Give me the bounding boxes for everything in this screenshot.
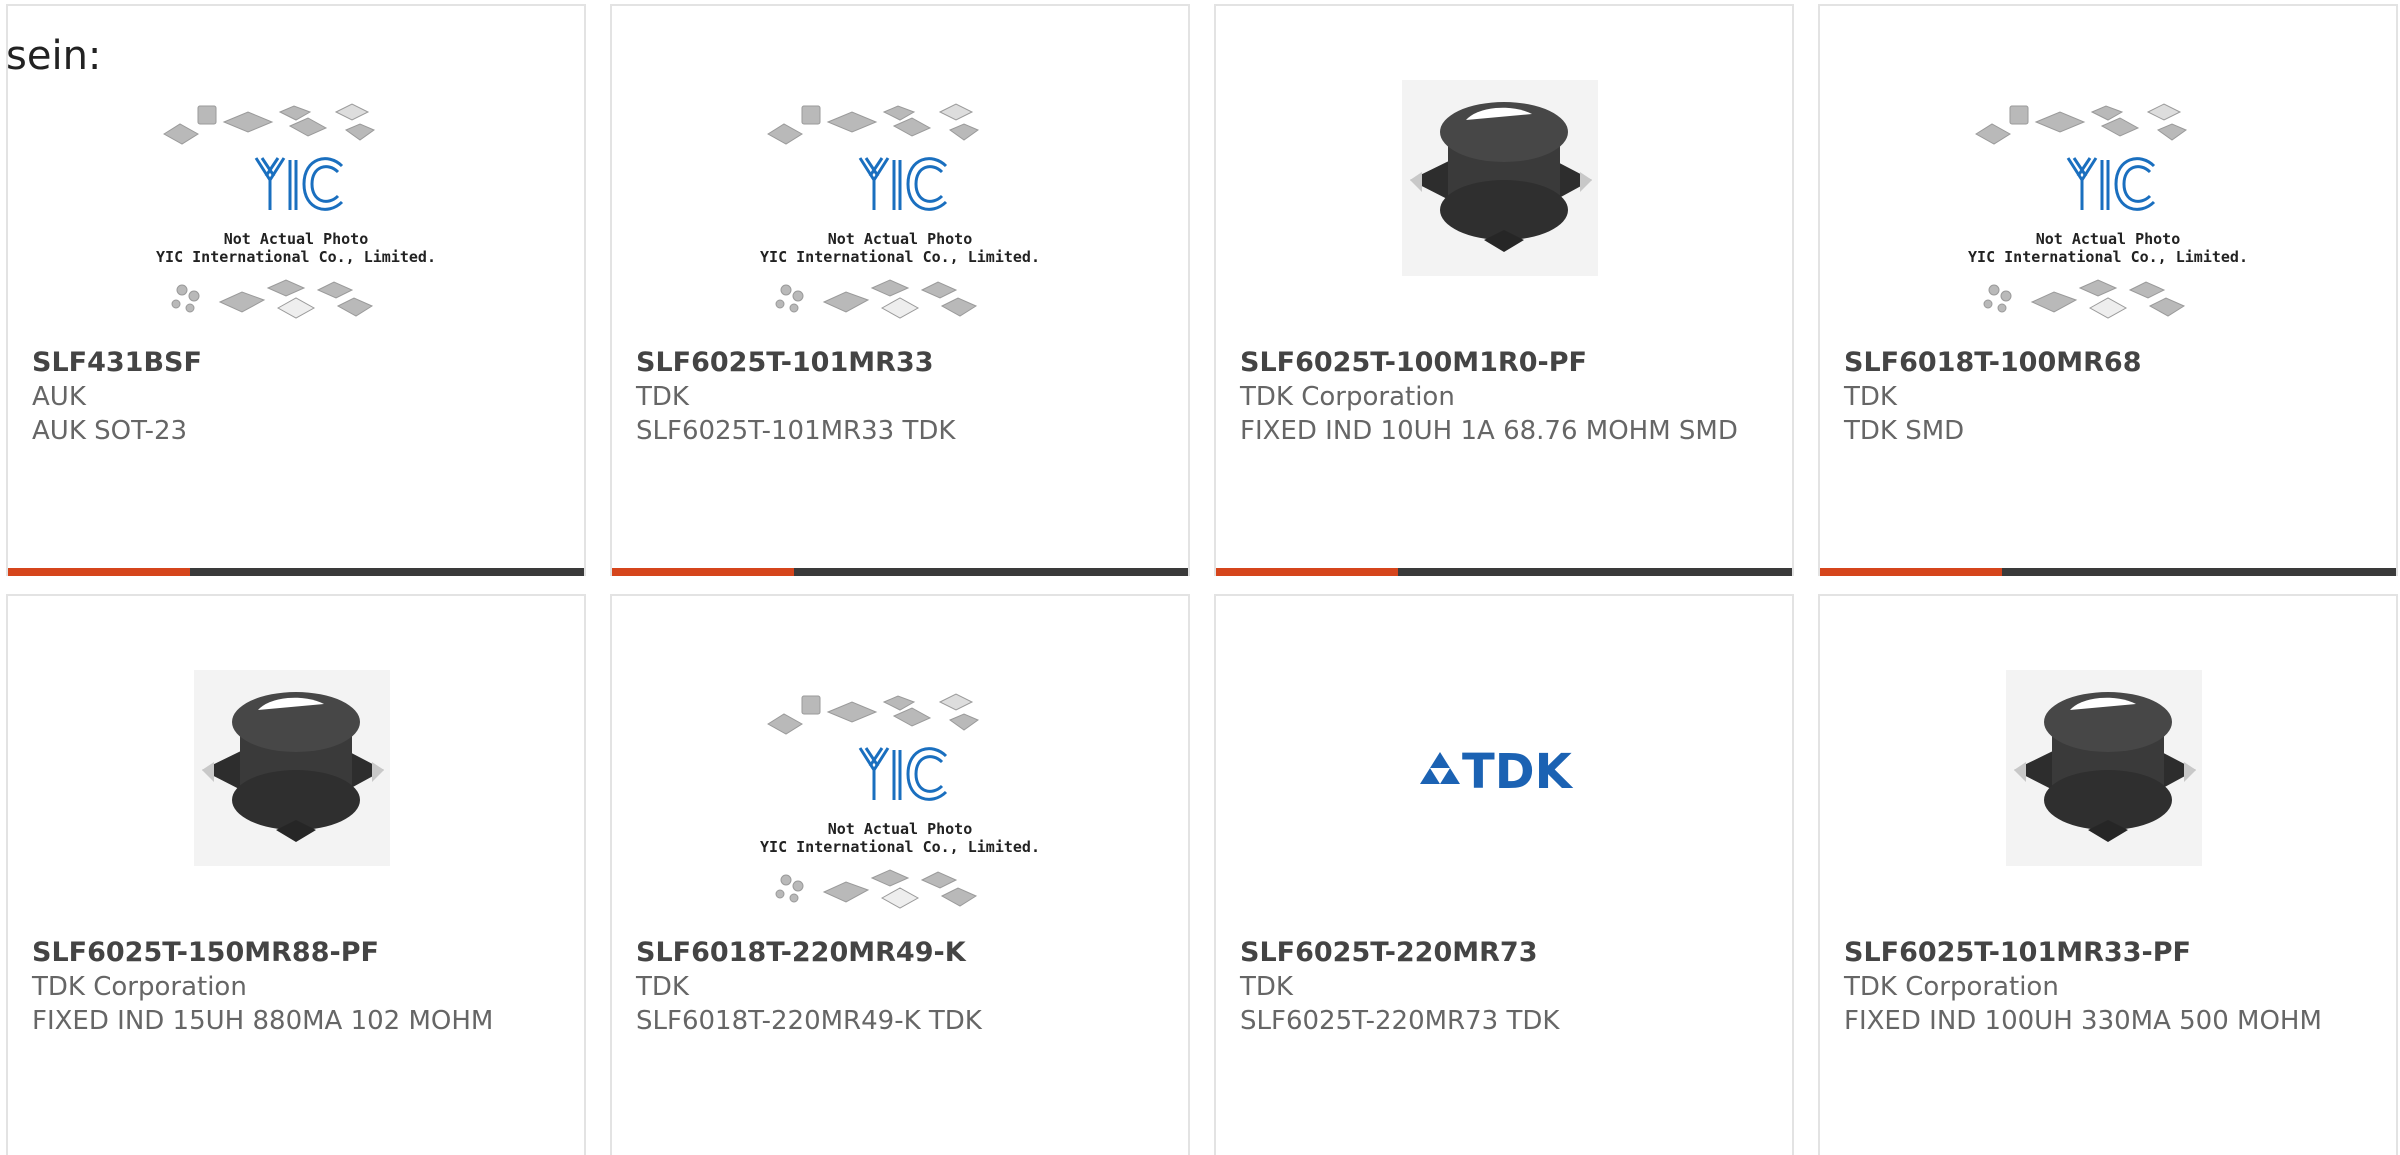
product-card[interactable]: TDK SLF6025T-220MR73 TDK SLF6025T-220MR73 …: [1214, 594, 1794, 1155]
part-number-link[interactable]: SLF6018T-220MR49-K: [636, 936, 1176, 970]
product-card[interactable]: Not Actual Photo YIC International Co., …: [1818, 4, 2398, 576]
product-thumbnail[interactable]: Not Actual Photo YIC International Co., …: [1820, 68, 2396, 338]
card-accent-bar: [8, 568, 190, 576]
intro-text: sein:: [6, 33, 102, 79]
inductor-image: [2006, 670, 2202, 866]
manufacturer-label: TDK: [1844, 382, 1897, 412]
card-bottom-bar: [1820, 568, 2396, 576]
manufacturer-label: TDK: [636, 972, 689, 1002]
product-card[interactable]: SLF6025T-100M1R0-PF TDK Corporation FIXED …: [1214, 4, 1794, 576]
product-info: SLF6025T-101MR33 TDK SLF6025T-101MR33 TDK: [636, 346, 1176, 448]
svg-text:Not Actual Photo: Not Actual Photo: [828, 230, 973, 248]
svg-text:YIC International Co., Limited: YIC International Co., Limited.: [760, 838, 1040, 856]
manufacturer-label: TDK: [1240, 972, 1293, 1002]
product-thumbnail[interactable]: [1820, 658, 2396, 928]
card-accent-bar: [612, 568, 794, 576]
part-number-link[interactable]: SLF6025T-220MR73: [1240, 936, 1780, 970]
product-info: SLF6025T-100M1R0-PF TDK Corporation FIXED …: [1240, 346, 1780, 448]
svg-text:Not Actual Photo: Not Actual Photo: [828, 820, 973, 838]
card-accent-bar: [1216, 568, 1398, 576]
product-info: SLF6025T-101MR33-PF TDK Corporation FIXED …: [1844, 936, 2384, 1038]
part-number-link[interactable]: SLF6025T-101MR33: [636, 346, 1176, 380]
product-grid: Not Actual Photo YIC International Co., …: [6, 4, 2400, 1155]
product-thumbnail[interactable]: Not Actual Photo YIC International Co., …: [8, 68, 584, 338]
description-text: SLF6018T-220MR49-K TDK: [636, 1006, 982, 1036]
placeholder-image: Not Actual Photo YIC International Co., …: [760, 693, 1040, 909]
product-thumbnail[interactable]: [1216, 68, 1792, 338]
svg-text:YIC International Co., Limited: YIC International Co., Limited.: [156, 248, 436, 266]
card-bottom-bar: [612, 568, 1188, 576]
placeholder-image: Not Actual Photo YIC International Co., …: [1968, 103, 2248, 319]
description-text: SLF6025T-101MR33 TDK: [636, 416, 956, 446]
part-number-link[interactable]: SLF6025T-101MR33-PF: [1844, 936, 2384, 970]
part-number-link[interactable]: SLF6025T-150MR88-PF: [32, 936, 572, 970]
manufacturer-label: TDK Corporation: [32, 972, 247, 1002]
description-text: FIXED IND 15UH 880MA 102 MOHM: [32, 1006, 494, 1036]
product-thumbnail[interactable]: Not Actual Photo YIC International Co., …: [612, 68, 1188, 338]
description-text: TDK SMD: [1844, 416, 1965, 446]
svg-text:YIC International Co., Limited: YIC International Co., Limited.: [1968, 248, 2248, 266]
product-card[interactable]: SLF6025T-101MR33-PF TDK Corporation FIXED …: [1818, 594, 2398, 1155]
tdk-logo-image: TDK: [1420, 744, 1574, 800]
description-text: FIXED IND 100UH 330MA 500 MOHM: [1844, 1006, 2322, 1036]
product-thumbnail[interactable]: Not Actual Photo YIC International Co., …: [612, 658, 1188, 928]
description-text: FIXED IND 10UH 1A 68.76 MOHM SMD: [1240, 416, 1738, 446]
product-thumbnail[interactable]: [8, 658, 584, 928]
product-card[interactable]: Not Actual Photo YIC International Co., …: [610, 594, 1190, 1155]
svg-text:Not Actual Photo: Not Actual Photo: [2036, 230, 2181, 248]
manufacturer-label: TDK: [636, 382, 689, 412]
product-info: SLF6025T-150MR88-PF TDK Corporation FIXED …: [32, 936, 572, 1038]
product-info: SLF6018T-100MR68 TDK TDK SMD: [1844, 346, 2384, 448]
manufacturer-label: AUK: [32, 382, 86, 412]
card-bottom-bar: [1216, 568, 1792, 576]
svg-text:Not Actual Photo: Not Actual Photo: [224, 230, 369, 248]
description-text: AUK SOT-23: [32, 416, 188, 446]
placeholder-image: Not Actual Photo YIC International Co., …: [156, 103, 436, 319]
product-card[interactable]: Not Actual Photo YIC International Co., …: [6, 4, 586, 576]
svg-text:TDK: TDK: [1462, 744, 1574, 800]
product-thumbnail[interactable]: TDK: [1216, 658, 1792, 928]
product-info: SLF431BSF AUK AUK SOT-23: [32, 346, 572, 448]
manufacturer-label: TDK Corporation: [1240, 382, 1455, 412]
card-accent-bar: [1820, 568, 2002, 576]
part-number-link[interactable]: SLF6018T-100MR68: [1844, 346, 2384, 380]
product-info: SLF6018T-220MR49-K TDK SLF6018T-220MR49-K …: [636, 936, 1176, 1038]
part-number-link[interactable]: SLF6025T-100M1R0-PF: [1240, 346, 1780, 380]
placeholder-image: Not Actual Photo YIC International Co., …: [760, 103, 1040, 319]
card-bottom-bar: [8, 568, 584, 576]
manufacturer-label: TDK Corporation: [1844, 972, 2059, 1002]
inductor-image: [1402, 80, 1598, 276]
svg-text:YIC International Co., Limited: YIC International Co., Limited.: [760, 248, 1040, 266]
product-info: SLF6025T-220MR73 TDK SLF6025T-220MR73 TDK: [1240, 936, 1780, 1038]
product-card[interactable]: SLF6025T-150MR88-PF TDK Corporation FIXED …: [6, 594, 586, 1155]
product-card[interactable]: Not Actual Photo YIC International Co., …: [610, 4, 1190, 576]
inductor-image: [194, 670, 390, 866]
description-text: SLF6025T-220MR73 TDK: [1240, 1006, 1560, 1036]
part-number-link[interactable]: SLF431BSF: [32, 346, 572, 380]
